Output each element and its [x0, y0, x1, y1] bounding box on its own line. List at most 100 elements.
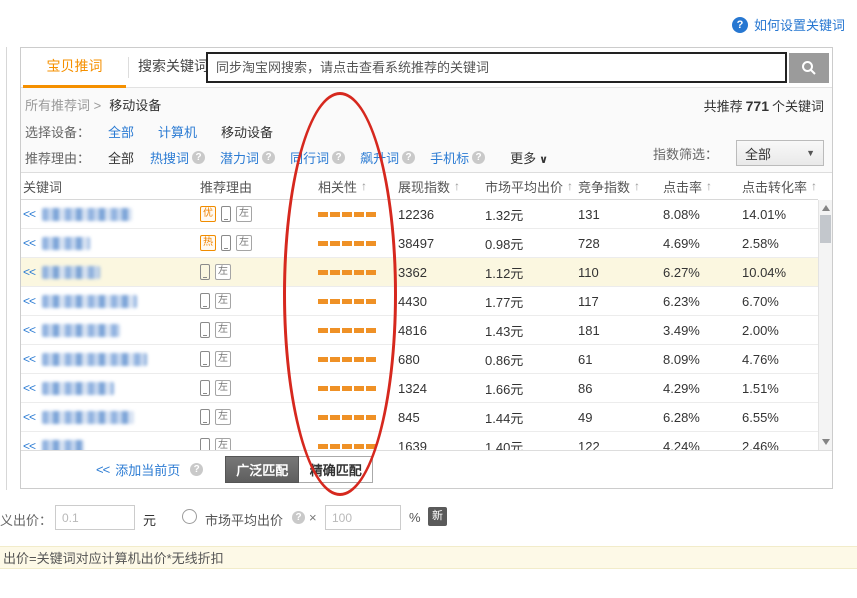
add-keyword-button[interactable]: << — [23, 207, 35, 221]
tab-product-keywords[interactable]: 宝贝推词 — [23, 48, 126, 85]
scroll-up-arrow-icon[interactable] — [822, 205, 830, 211]
tab-search-keywords[interactable]: 搜索关键词 — [129, 48, 217, 85]
sort-asc-icon[interactable]: ↑ — [634, 179, 640, 193]
table-row[interactable]: << 左 4816 1.43元 181 3.49% 2.00% — [21, 316, 818, 345]
reason-option-link[interactable]: 同行词 — [290, 148, 329, 167]
relevance-bar-segment — [366, 299, 376, 304]
relevance-bar-segment — [318, 241, 328, 246]
table-row[interactable]: << 热 左 38497 0.98元 728 4.69% 2.58% — [21, 229, 818, 258]
scroll-down-arrow-icon[interactable] — [822, 439, 830, 445]
column-header[interactable]: 竞争指数↑ — [574, 177, 651, 196]
add-keyword-button[interactable]: << — [23, 352, 35, 366]
column-header[interactable]: 市场平均出价↑ — [481, 177, 574, 196]
keyword-cell: << — [21, 265, 194, 279]
bid-amount-input[interactable] — [55, 505, 135, 530]
ctr-value: 8.08% — [651, 207, 724, 222]
scrollbar-thumb[interactable] — [820, 215, 831, 243]
sort-asc-icon[interactable]: ↑ — [811, 179, 817, 193]
relevance-bar-segment — [330, 444, 340, 449]
device-option[interactable]: 移动设备 — [221, 122, 273, 141]
column-header[interactable]: 点击率↑ — [651, 177, 724, 196]
device-option[interactable]: 计算机 — [158, 122, 197, 141]
question-circle-icon[interactable]: ? — [472, 151, 485, 164]
question-circle-icon[interactable]: ? — [192, 151, 205, 164]
add-keyword-button[interactable]: << — [23, 265, 35, 279]
table-row[interactable]: << 左 4430 1.77元 117 6.23% 6.70% — [21, 287, 818, 316]
question-circle-icon[interactable]: ? — [292, 511, 305, 524]
percentage-input[interactable] — [325, 505, 401, 530]
reason-cell: 左 — [194, 380, 299, 396]
add-keyword-button[interactable]: << — [23, 439, 35, 450]
add-page-label: 添加当前页 — [115, 460, 180, 479]
add-current-page-link[interactable]: << 添加当前页 ? — [96, 460, 203, 479]
search-button[interactable] — [789, 53, 829, 83]
table-row[interactable]: << 左 1324 1.66元 86 4.29% 1.51% — [21, 374, 818, 403]
cvr-value: 2.00% — [724, 323, 818, 338]
reason-option-all[interactable]: 全部 — [108, 148, 134, 167]
competition-value: 61 — [574, 352, 651, 367]
table-row[interactable]: << 优 左 12236 1.32元 131 8.08% 14.01% — [21, 200, 818, 229]
table-scrollbar[interactable] — [818, 200, 832, 450]
add-keyword-button[interactable]: << — [23, 410, 35, 424]
blurred-keyword — [42, 237, 90, 250]
market-average-radio[interactable] — [182, 509, 197, 524]
reason-option[interactable]: 同行词? — [290, 148, 345, 167]
question-circle-icon[interactable]: ? — [402, 151, 415, 164]
column-header[interactable]: 点击转化率↑ — [724, 177, 818, 196]
avg-price-value: 1.32元 — [481, 205, 574, 224]
sort-asc-icon[interactable]: ↑ — [567, 179, 573, 193]
column-header[interactable]: 相关性↑ — [299, 177, 394, 196]
left-divider — [6, 47, 7, 490]
reason-option-link[interactable]: 热搜词 — [150, 148, 189, 167]
relevance-bar-segment — [318, 386, 328, 391]
table-row[interactable]: << 左 680 0.86元 61 8.09% 4.76% — [21, 345, 818, 374]
device-option[interactable]: 全部 — [108, 122, 134, 141]
display-index-value: 38497 — [394, 236, 481, 251]
display-index-value: 1639 — [394, 439, 481, 451]
reason-option[interactable]: 潜力词? — [220, 148, 275, 167]
left-position-badge: 左 — [236, 206, 252, 222]
question-circle-icon[interactable]: ? — [190, 463, 203, 476]
relevance-bars — [299, 444, 394, 449]
reason-option-link[interactable]: 潜力词 — [220, 148, 259, 167]
breadcrumb: 所有推荐词 > 移动设备 — [25, 95, 161, 114]
relevance-bar-segment — [354, 357, 364, 362]
question-circle-icon[interactable]: ? — [262, 151, 275, 164]
index-filter-select[interactable]: 全部 ▼ — [736, 140, 824, 166]
reason-option-link[interactable]: 飙升词 — [360, 148, 399, 167]
avg-price-value: 1.40元 — [481, 437, 574, 451]
exact-match-button[interactable]: 精确匹配 — [299, 456, 373, 483]
broad-match-button[interactable]: 广泛匹配 — [225, 456, 299, 483]
breadcrumb-parent[interactable]: 所有推荐词 > — [25, 95, 101, 114]
competition-value: 181 — [574, 323, 651, 338]
add-keyword-button[interactable]: << — [23, 381, 35, 395]
help-link[interactable]: ? 如何设置关键词 — [732, 15, 845, 34]
search-input[interactable] — [206, 52, 787, 83]
add-keyword-button[interactable]: << — [23, 323, 35, 337]
relevance-bar-segment — [330, 357, 340, 362]
table-row[interactable]: << 左 845 1.44元 49 6.28% 6.55% — [21, 403, 818, 432]
more-filters[interactable]: 更多∨ — [510, 148, 548, 167]
sort-asc-icon[interactable]: ↑ — [706, 179, 712, 193]
sort-asc-icon[interactable]: ↑ — [361, 179, 367, 193]
table-row[interactable]: << 左 1639 1.40元 122 4.24% 2.46% — [21, 432, 818, 450]
reason-option[interactable]: 手机标? — [430, 148, 485, 167]
display-index-value: 3362 — [394, 265, 481, 280]
column-header[interactable]: 展现指数↑ — [394, 177, 481, 196]
phone-icon — [200, 264, 210, 280]
add-keyword-button[interactable]: << — [23, 294, 35, 308]
display-index-value: 680 — [394, 352, 481, 367]
relevance-bar-segment — [342, 299, 352, 304]
sort-asc-icon[interactable]: ↑ — [454, 179, 460, 193]
reason-option-link[interactable]: 手机标 — [430, 148, 469, 167]
table-row[interactable]: << 左 3362 1.12元 110 6.27% 10.04% — [21, 258, 818, 287]
display-index-value: 1324 — [394, 381, 481, 396]
ctr-value: 6.27% — [651, 265, 724, 280]
relevance-bars — [299, 415, 394, 420]
keyword-cell: << — [21, 207, 194, 221]
reason-option[interactable]: 热搜词? — [150, 148, 205, 167]
question-circle-icon: ? — [732, 17, 748, 33]
add-keyword-button[interactable]: << — [23, 236, 35, 250]
reason-option[interactable]: 飙升词? — [360, 148, 415, 167]
question-circle-icon[interactable]: ? — [332, 151, 345, 164]
